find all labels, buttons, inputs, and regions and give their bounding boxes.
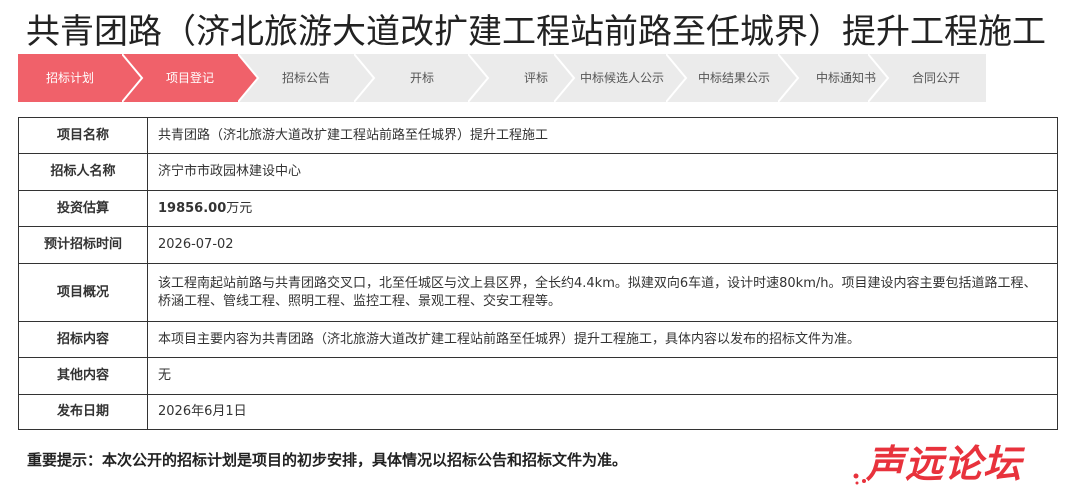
project-name-value: 共青团路（济北旅游大道改扩建工程站前路至任城界）提升工程施工: [147, 117, 1058, 154]
table-row: 项目名称 共青团路（济北旅游大道改扩建工程站前路至任城界）提升工程施工: [18, 117, 1058, 154]
investment-unit: 万元: [226, 200, 253, 216]
step-label: 中标结果公示: [697, 71, 770, 85]
step-label: 招标计划: [45, 71, 94, 85]
watermark-logo: 声远论坛: [866, 441, 1023, 486]
row-label: 投资估算: [18, 190, 148, 227]
important-notice: 重要提示：本次公开的招标计划是项目的初步安排，具体情况以招标公告和招标文件为准。: [27, 451, 628, 469]
table-row: 投资估算 19856.00万元: [18, 190, 1058, 227]
row-label: 发布日期: [18, 394, 148, 430]
row-label: 项目概况: [18, 263, 148, 322]
table-row: 发布日期 2026年6月1日: [18, 394, 1058, 430]
step-label: 招标公告: [281, 71, 330, 85]
row-label: 项目名称: [18, 117, 148, 154]
project-overview-value: 该工程南起站前路与共青团路交叉口，北至任城区与汶上县区界，全长约4.4km。拟建…: [147, 263, 1058, 322]
table-row: 招标内容 本项目主要内容为共青团路（济北旅游大道改扩建工程站前路至任城界）提升工…: [18, 321, 1058, 358]
publish-date-value: 2026年6月1日: [147, 394, 1058, 430]
project-info-table: 项目名称 共青团路（济北旅游大道改扩建工程站前路至任城界）提升工程施工 招标人名…: [18, 117, 1058, 430]
table-row: 其他内容 无: [18, 357, 1058, 395]
row-label: 其他内容: [18, 357, 148, 395]
investment-amount: 19856.00: [158, 200, 227, 216]
step-label: 项目登记: [165, 71, 214, 85]
row-label: 招标内容: [18, 321, 148, 358]
page-title: 共青团路（济北旅游大道改扩建工程站前路至任城界）提升工程施工: [26, 12, 1046, 52]
row-label: 预计招标时间: [18, 226, 148, 264]
investment-estimate-value: 19856.00万元: [147, 190, 1058, 227]
step-label: 合同公开: [911, 71, 960, 85]
bid-content-value: 本项目主要内容为共青团路（济北旅游大道改扩建工程站前路至任城界）提升工程施工，具…: [147, 321, 1058, 358]
table-row: 招标人名称 济宁市市政园林建设中心: [18, 153, 1058, 191]
tenderer-name-value: 济宁市市政园林建设中心: [147, 153, 1058, 191]
progress-steps: 招标计划 项目登记 招标公告 开标 评标 中标候选人公示 中标结果公示 中标通知…: [18, 54, 986, 102]
step-contract-publicity[interactable]: 合同公开: [868, 54, 986, 102]
table-row: 预计招标时间 2026-07-02: [18, 226, 1058, 264]
step-label: 中标候选人公示: [579, 71, 664, 85]
other-content-value: 无: [147, 357, 1058, 395]
row-label: 招标人名称: [18, 153, 148, 191]
table-row: 项目概况 该工程南起站前路与共青团路交叉口，北至任城区与汶上县区界，全长约4.4…: [18, 263, 1058, 322]
step-label: 开标: [409, 71, 434, 85]
expected-bid-time-value: 2026-07-02: [147, 226, 1058, 264]
